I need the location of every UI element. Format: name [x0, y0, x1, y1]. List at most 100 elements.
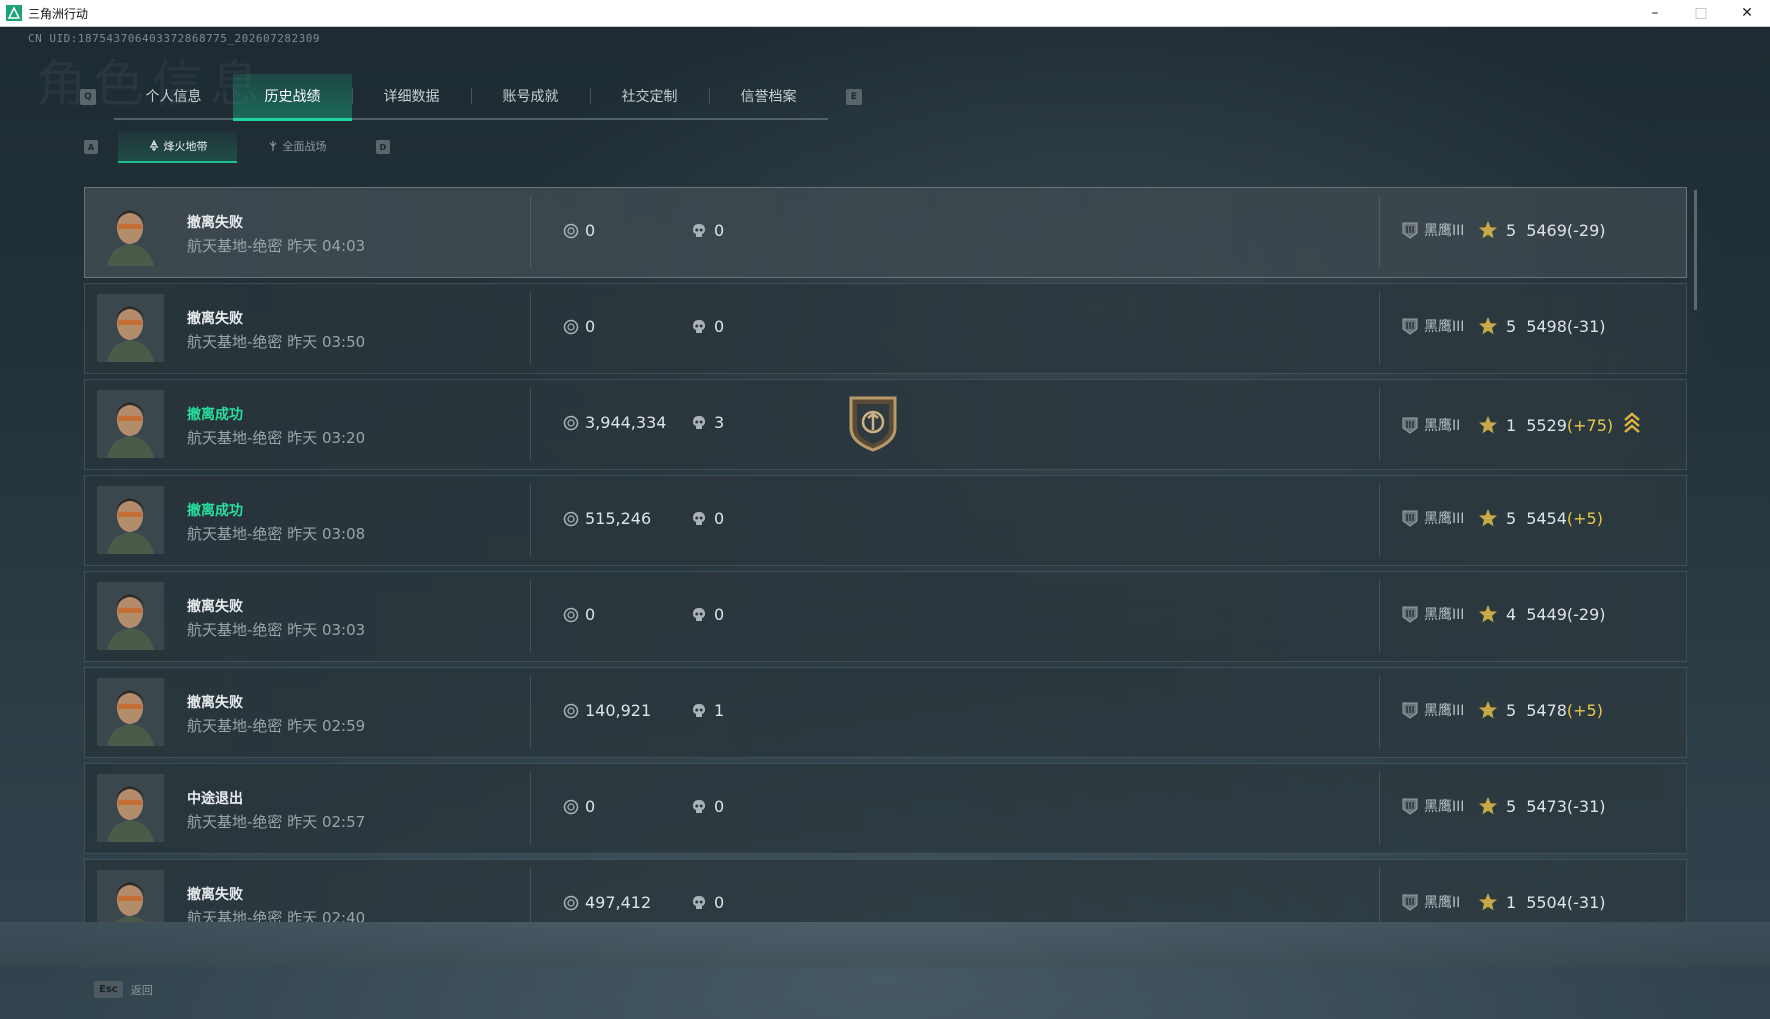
rank-emblem-icon [1402, 702, 1418, 719]
row-divider [530, 868, 531, 922]
match-time: 昨天 02:59 [287, 717, 366, 735]
row-divider [530, 196, 531, 268]
match-meta: 航天基地-绝密 昨天 04:03 [187, 235, 365, 256]
rank-score: 5449 [1526, 604, 1567, 624]
subtab-label: 全面战场 [282, 140, 327, 153]
match-row[interactable]: 撤离失败 航天基地-绝密 昨天 02:59 140,921 1 黑鹰III 5 … [84, 667, 1687, 758]
loot-value: 3,944,334 [563, 413, 666, 432]
row-divider [1379, 868, 1380, 922]
map-name: 航天基地-绝密 [187, 621, 283, 639]
row-divider [530, 484, 531, 556]
extraction-status: 撤离成功 [187, 503, 243, 519]
tab-next-key[interactable]: E [846, 89, 862, 105]
rank-delta: (-29) [1566, 604, 1606, 624]
tab-credit-record[interactable]: 信誉档案 [709, 74, 828, 118]
star-icon [1479, 221, 1497, 239]
maximize-button[interactable]: □ [1678, 0, 1724, 26]
row-divider [1379, 292, 1380, 364]
subtab-prev-key[interactable]: A [84, 140, 98, 154]
back-label: 返回 [130, 983, 153, 997]
loot-amount: 3,944,334 [585, 413, 667, 432]
rank-stars: 5 [1506, 508, 1517, 528]
kill-count: 0 [692, 893, 724, 912]
coin-icon [563, 607, 579, 622]
skull-icon [693, 319, 705, 333]
close-button[interactable]: ✕ [1724, 0, 1770, 26]
rank-info: 黑鹰III 5 5478 (+5) [1400, 700, 1603, 720]
bottom-fade [0, 922, 1770, 967]
match-row[interactable]: 撤离成功 航天基地-绝密 昨天 03:08 515,246 0 黑鹰III 5 … [84, 475, 1687, 566]
loot-amount: 497,412 [585, 893, 652, 912]
match-row[interactable]: 撤离失败 航天基地-绝密 昨天 03:03 0 0 黑鹰III 4 5449 (… [84, 571, 1687, 662]
extraction-status: 撤离失败 [187, 695, 243, 711]
rank-stars: 4 [1506, 604, 1517, 624]
tab-social[interactable]: 社交定制 [590, 74, 709, 118]
rank-info: 黑鹰III 5 5473 (-31) [1400, 796, 1606, 816]
match-row[interactable]: 撤离成功 航天基地-绝密 昨天 03:20 3,944,334 3 黑鹰II 1… [84, 379, 1687, 470]
kill-amount: 0 [714, 317, 725, 336]
tab-prev-key[interactable]: Q [80, 89, 96, 105]
rank-stars: 5 [1506, 796, 1517, 816]
sub-tabs: A 烽火地带 全面战场 D [84, 131, 390, 163]
esc-key[interactable]: Esc [94, 981, 123, 998]
window-title: 三角洲行动 [28, 6, 89, 21]
rank-stars: 1 [1506, 892, 1517, 912]
loot-value: 515,246 [563, 509, 651, 528]
rank-delta: (-29) [1566, 220, 1606, 240]
subtab-next-key[interactable]: D [376, 140, 390, 154]
rank-stars: 5 [1506, 220, 1517, 240]
main-tabs: Q 个人信息 历史战绩 详细数据 账号成就 社交定制 信誉档案 E [80, 74, 862, 121]
list-scrollbar[interactable] [1694, 190, 1697, 310]
star-icon [1479, 893, 1497, 911]
rank-emblem-icon [1402, 894, 1418, 911]
match-row[interactable]: 撤离失败 航天基地-绝密 昨天 04:03 0 0 黑鹰III 5 5469 (… [84, 187, 1687, 278]
minimize-button[interactable]: – [1632, 0, 1678, 26]
operator-avatar [97, 198, 164, 266]
rank-score: 5529 [1526, 415, 1567, 435]
extraction-status: 撤离失败 [187, 215, 243, 231]
match-row[interactable]: 撤离失败 航天基地-绝密 昨天 03:50 0 0 黑鹰III 5 5498 (… [84, 283, 1687, 374]
tab-achievements[interactable]: 账号成就 [471, 74, 590, 118]
row-divider [530, 388, 531, 460]
kill-count: 0 [692, 317, 724, 336]
match-meta: 航天基地-绝密 昨天 03:20 [187, 427, 365, 448]
rank-delta: (-31) [1566, 316, 1606, 336]
match-history-list: 撤离失败 航天基地-绝密 昨天 04:03 0 0 黑鹰III 5 5469 (… [84, 187, 1687, 922]
rank-emblem-icon [1402, 606, 1418, 623]
back-control[interactable]: Esc 返回 [94, 981, 153, 998]
rank-info: 黑鹰II 1 5504 (-31) [1400, 892, 1606, 912]
row-divider [530, 676, 531, 748]
rank-name: 黑鹰II [1424, 418, 1461, 434]
map-name: 航天基地-绝密 [187, 909, 283, 922]
kill-count: 1 [692, 701, 724, 720]
match-time: 昨天 03:08 [287, 525, 366, 543]
fire-zone-icon [149, 140, 158, 151]
tab-match-history[interactable]: 历史战绩 [233, 74, 352, 121]
skull-icon [693, 703, 705, 717]
app-logo-icon [6, 5, 22, 21]
subtab-battlefield[interactable]: 全面战场 [237, 131, 356, 161]
kill-amount: 0 [714, 797, 725, 816]
rank-info: 黑鹰III 5 5469 (-29) [1400, 220, 1606, 240]
coin-icon [563, 895, 579, 910]
loot-amount: 0 [585, 221, 596, 240]
match-row[interactable]: 撤离失败 航天基地-绝密 昨天 02:40 497,412 0 黑鹰II 1 5… [84, 859, 1687, 922]
uid-label: CN UID:18754370640337286877​5_2026072823… [28, 32, 321, 45]
map-name: 航天基地-绝密 [187, 717, 283, 735]
tab-detailed-data[interactable]: 详细数据 [352, 74, 471, 118]
coin-icon [563, 415, 579, 430]
map-name: 航天基地-绝密 [187, 333, 283, 351]
extraction-status: 撤离失败 [187, 599, 243, 615]
tab-strip: 个人信息 历史战绩 详细数据 账号成就 社交定制 信誉档案 [114, 74, 828, 121]
coin-icon [563, 703, 579, 718]
skull-icon [693, 511, 705, 525]
rank-stars: 5 [1506, 316, 1517, 336]
subtab-label: 烽火地带 [163, 140, 208, 153]
subtab-fire-zone[interactable]: 烽火地带 [118, 131, 237, 163]
match-row[interactable]: 中途退出 航天基地-绝密 昨天 02:57 0 0 黑鹰III 5 5473 (… [84, 763, 1687, 854]
loot-amount: 140,921 [585, 701, 652, 720]
skull-icon [693, 223, 705, 237]
match-meta: 航天基地-绝密 昨天 02:40 [187, 907, 365, 922]
rank-stars: 1 [1506, 415, 1517, 435]
tab-personal-info[interactable]: 个人信息 [114, 74, 233, 118]
